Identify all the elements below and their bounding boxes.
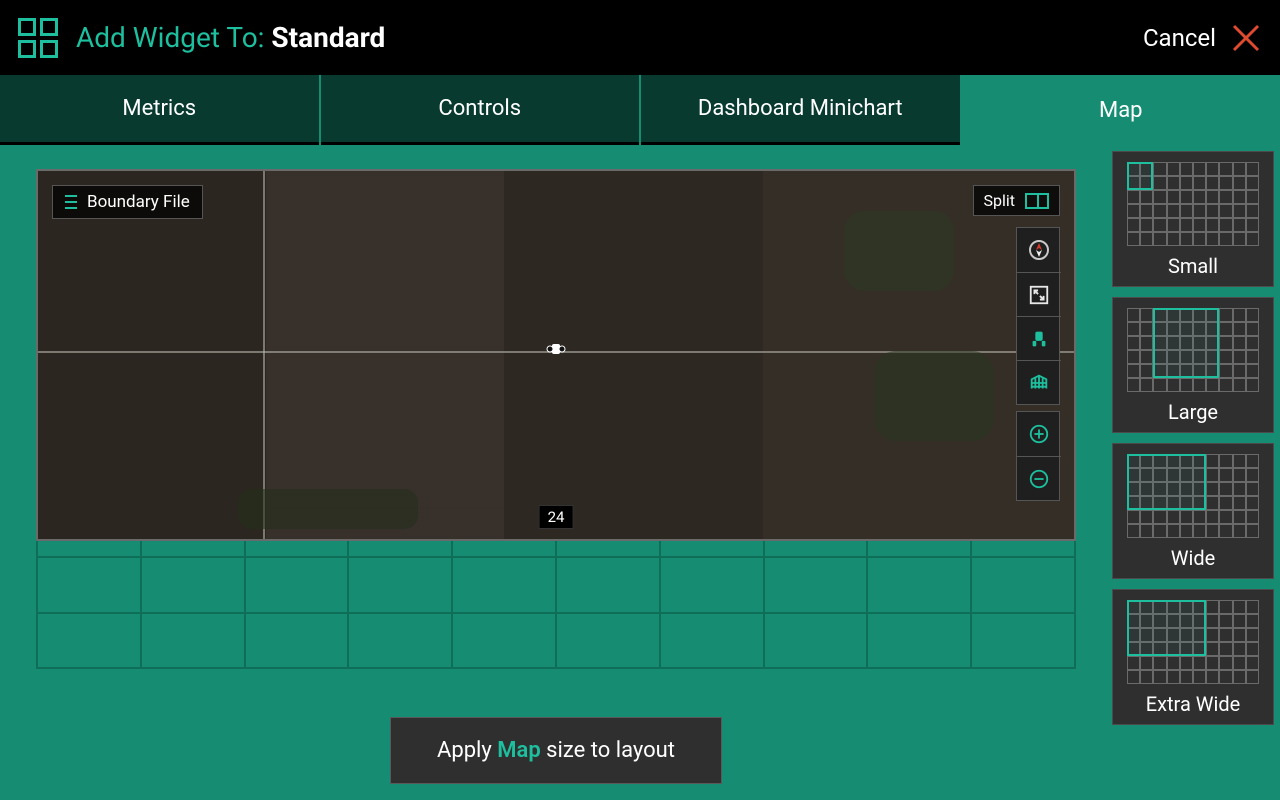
tab-metrics[interactable]: Metrics xyxy=(0,75,319,145)
fullscreen-icon[interactable] xyxy=(1017,272,1061,316)
list-icon xyxy=(65,195,77,209)
boundary-file-label: Boundary File xyxy=(87,192,190,212)
title-prefix: Add Widget To: xyxy=(76,21,271,54)
page-title: Add Widget To: Standard xyxy=(76,21,385,54)
vehicle-locate-icon[interactable] xyxy=(1017,316,1061,360)
title-value: Standard xyxy=(271,21,385,54)
split-view-button[interactable]: Split xyxy=(973,185,1061,216)
apply-prefix: Apply xyxy=(437,738,497,763)
size-option-label: Large xyxy=(1168,400,1218,424)
grid-layers-icon[interactable] xyxy=(1017,360,1061,404)
size-grid-thumb xyxy=(1127,162,1259,246)
cancel-button[interactable]: Cancel xyxy=(1143,24,1216,52)
apply-size-button[interactable]: Apply Map size to layout xyxy=(390,717,722,784)
map-widget-preview: Boundary File Split xyxy=(36,169,1076,541)
boundary-file-chip[interactable]: Boundary File xyxy=(52,185,203,219)
size-options-panel: Small Large Wide Extra Wide xyxy=(1112,151,1274,794)
apply-suffix: size to layout xyxy=(541,738,675,763)
tab-map[interactable]: Map xyxy=(962,75,1280,145)
split-label: Split xyxy=(984,191,1016,210)
compass-icon[interactable] xyxy=(1017,228,1061,272)
size-grid-thumb xyxy=(1127,308,1259,392)
size-option-wide[interactable]: Wide xyxy=(1112,443,1274,579)
map-scale-badge: 24 xyxy=(539,505,574,529)
size-option-small[interactable]: Small xyxy=(1112,151,1274,287)
size-grid-thumb xyxy=(1127,600,1259,684)
layout-grid-preview: Boundary File Split xyxy=(36,169,1076,669)
size-option-label: Small xyxy=(1168,254,1218,278)
size-option-xwide[interactable]: Extra Wide xyxy=(1112,589,1274,725)
close-icon[interactable] xyxy=(1230,22,1262,54)
map-toolbar xyxy=(1016,227,1060,501)
split-icon xyxy=(1025,193,1049,209)
size-option-label: Wide xyxy=(1171,546,1216,570)
size-grid-thumb xyxy=(1127,454,1259,538)
header-bar: Add Widget To: Standard Cancel xyxy=(0,0,1280,75)
tab-dashboard-minichart[interactable]: Dashboard Minichart xyxy=(641,75,960,145)
apply-accent: Map xyxy=(497,738,540,763)
zoom-in-icon[interactable] xyxy=(1017,412,1061,456)
widget-type-tabs: Metrics Controls Dashboard Minichart Map xyxy=(0,75,1280,145)
size-option-large[interactable]: Large xyxy=(1112,297,1274,433)
zoom-out-icon[interactable] xyxy=(1017,456,1061,500)
tab-controls[interactable]: Controls xyxy=(321,75,640,145)
size-option-label: Extra Wide xyxy=(1146,692,1241,716)
vehicle-marker-icon xyxy=(545,341,567,357)
app-grid-icon xyxy=(18,18,58,58)
